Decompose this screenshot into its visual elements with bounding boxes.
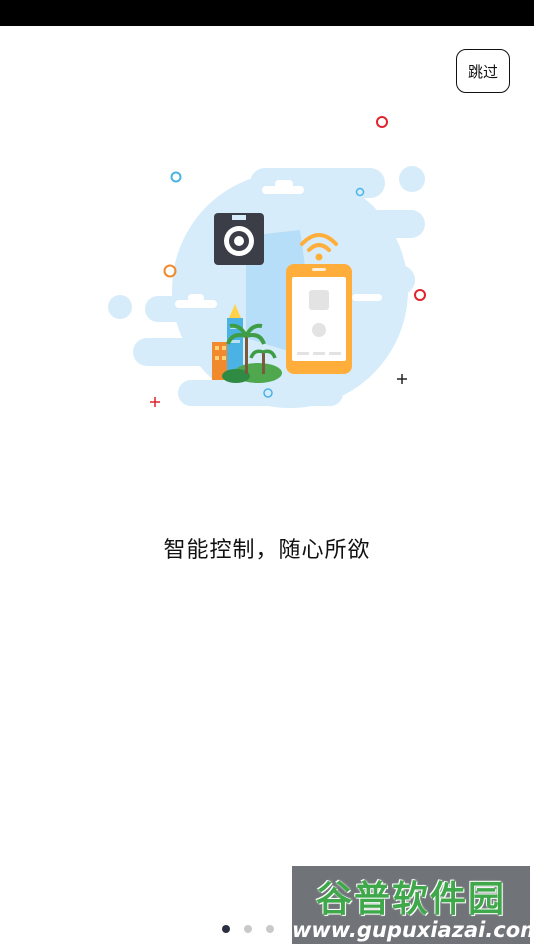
watermark-logo: 谷普软件园 www.gupuxiazai.com [292,866,530,944]
status-bar [0,0,534,26]
skip-label: 跳过 [467,62,498,81]
camera-icon [214,213,264,265]
ring-red-2 [414,289,426,301]
phone-icon [286,264,352,374]
page-dot-3[interactable] [266,925,274,933]
page-dot-2[interactable] [244,925,252,933]
page-dot-1[interactable] [222,925,230,933]
onboarding-headline: 智能控制，随心所欲 [163,538,371,563]
watermark-url: www.gupuxiazai.com [292,918,530,942]
plus-dark-icon [397,374,407,384]
ring-blue-1 [170,171,182,183]
watermark-title: 谷普软件园 [315,879,506,920]
skip-button[interactable]: 跳过 [456,49,510,93]
smart-home-illustration [108,116,426,408]
plus-red-icon [150,397,160,407]
ring-red-1 [376,116,388,128]
page-indicator [222,925,274,933]
